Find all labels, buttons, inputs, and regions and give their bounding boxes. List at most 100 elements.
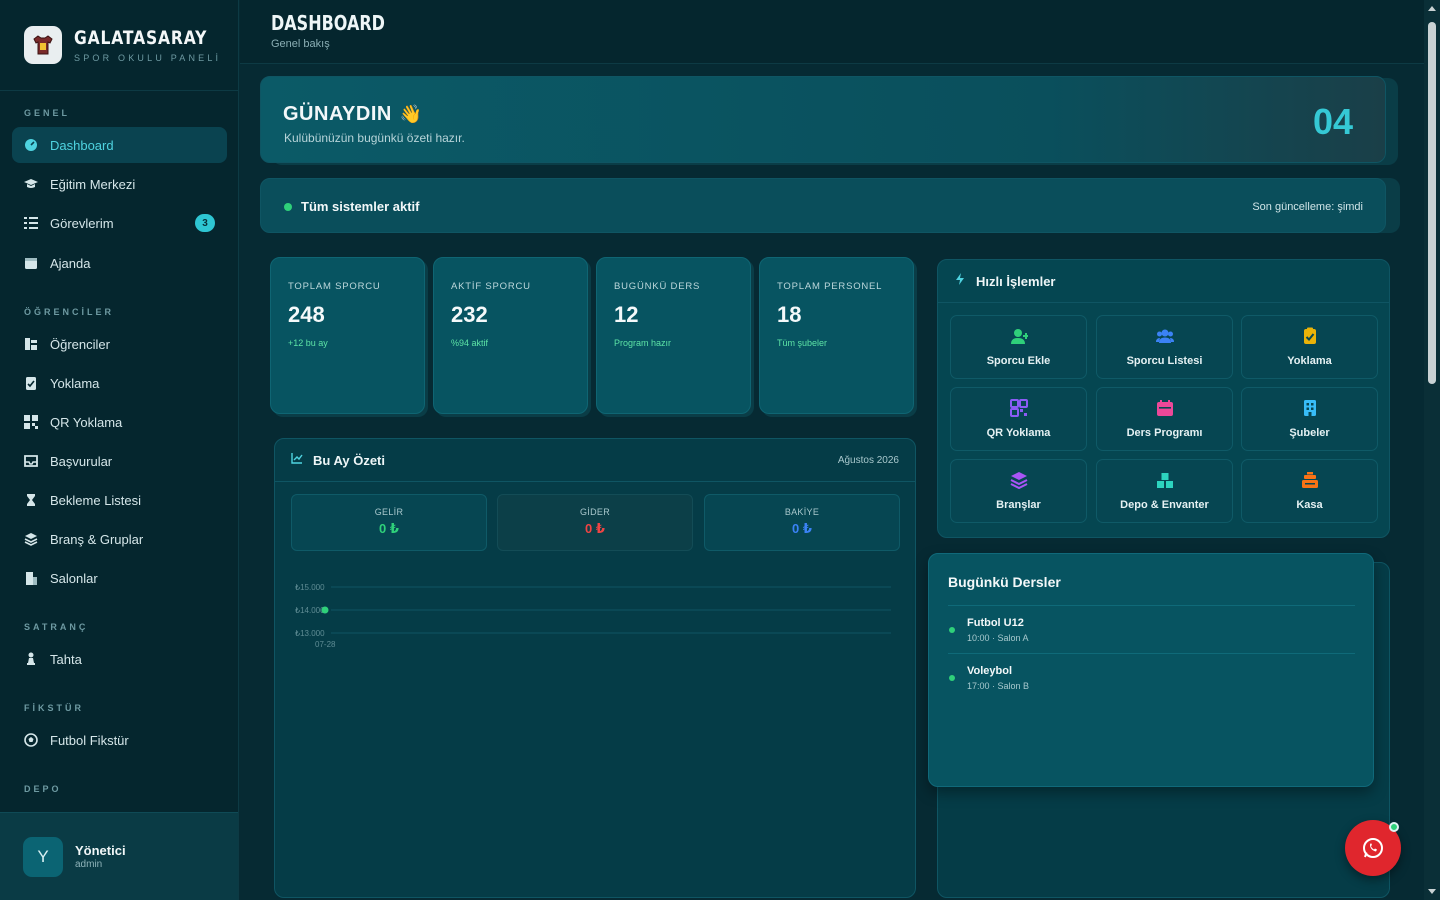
quick-action-users[interactable]: Sporcu Listesi: [1096, 315, 1233, 379]
sidebar-item-qr-yoklama[interactable]: QR Yoklama: [12, 404, 227, 440]
user-name: Yönetici: [75, 843, 126, 858]
sidebar-item-label: Bekleme Listesi: [50, 492, 142, 508]
scroll-up-icon[interactable]: [1428, 6, 1436, 11]
lesson-item[interactable]: Futbol U12 10:00 · Salon A: [948, 605, 1355, 653]
cash-register-icon: [1301, 471, 1319, 494]
sidebar-item-basvurular[interactable]: Başvurular: [12, 443, 227, 479]
balance-value: 0 ₺: [792, 521, 812, 536]
balance-label: BAKİYE: [784, 507, 820, 517]
chart-point[interactable]: [321, 606, 329, 614]
quick-action-calendar[interactable]: Ders Programı: [1096, 387, 1233, 451]
boxes-icon: [1156, 471, 1174, 494]
sidebar-item-egitim-merkezi[interactable]: Eğitim Merkezi: [12, 166, 227, 202]
quick-action-qr-code[interactable]: QR Yoklama: [950, 387, 1087, 451]
stat-note: Tüm şubeler: [777, 338, 828, 348]
income-box: GELİR 0 ₺: [291, 494, 487, 551]
quick-action-label: Sporcu Listesi: [1126, 355, 1203, 367]
balance-box: BAKİYE 0 ₺: [704, 494, 900, 551]
stat-label: TOPLAM PERSONEL: [777, 281, 883, 292]
quick-action-label: Yoklama: [1287, 355, 1332, 367]
sidebar-item-ajanda[interactable]: Ajanda: [12, 245, 227, 281]
stat-value: 232: [451, 302, 488, 327]
calendar-icon: [24, 256, 38, 270]
welcome-banner: GÜNAYDIN 👋 Kulübünüzün bugünkü özeti hazı…: [260, 76, 1386, 163]
sidebar-item-bekleme-listesi[interactable]: Bekleme Listesi: [12, 482, 227, 518]
sidebar-item-label: Başvurular: [50, 453, 113, 469]
sidebar-item-futbol-fikstur[interactable]: Futbol Fikstür: [12, 722, 227, 758]
stat-note: %94 aktif: [451, 338, 489, 348]
sidebar-item-label: Dashboard: [50, 137, 114, 153]
lesson-status-icon: [949, 627, 955, 633]
status-updated: Son güncelleme: şimdi: [1252, 201, 1363, 213]
lesson-status-icon: [949, 675, 955, 681]
quick-action-user-plus[interactable]: Sporcu Ekle: [950, 315, 1087, 379]
sidebar-item-yoklama[interactable]: Yoklama: [12, 365, 227, 401]
quick-action-label: Ders Programı: [1126, 427, 1203, 439]
monthly-summary-panel: Bu Ay Özeti Ağustos 2026 GELİR 0 ₺ GİDER…: [274, 438, 916, 898]
sidebar-item-label: Öğrenciler: [50, 336, 110, 352]
summary-title: Bu Ay Özeti: [313, 452, 385, 468]
online-indicator-icon: [1389, 822, 1399, 832]
qr-code-icon: [24, 415, 38, 429]
system-status-bar: Tüm sistemler aktif Son güncelleme: şimd…: [260, 178, 1386, 233]
task-list-icon: [24, 216, 38, 230]
quick-action-clipboard-check[interactable]: Yoklama: [1241, 315, 1378, 379]
nav-section-genel: GENEL: [24, 108, 71, 118]
brand-subtitle: SPOR OKULU PANELİ: [74, 53, 222, 63]
chess-piece-icon: [24, 652, 38, 666]
sidebar-item-label: Salonlar: [50, 570, 98, 586]
quick-action-boxes[interactable]: Depo & Envanter: [1096, 459, 1233, 523]
quick-action-layers[interactable]: Branşlar: [950, 459, 1087, 523]
scroll-thumb[interactable]: [1428, 22, 1436, 384]
status-text: Tüm sistemler aktif: [301, 199, 420, 214]
graduation-cap-icon: [24, 177, 38, 191]
stat-card-toplam-sporcu[interactable]: TOPLAM SPORCU 248 +12 bu ay: [270, 257, 425, 414]
stat-label: AKTİF SPORCU: [451, 281, 531, 292]
sidebar-item-ogrenciler[interactable]: Öğrenciler: [12, 326, 227, 362]
sidebar-item-label: Branş & Gruplar: [50, 531, 144, 547]
lesson-name: Futbol U12: [967, 617, 1024, 629]
welcome-day: 04: [1312, 101, 1353, 142]
sidebar-item-salonlar[interactable]: Salonlar: [12, 560, 227, 596]
sidebar-item-gorevlerim[interactable]: Görevlerim 3: [12, 205, 227, 241]
sidebar-item-label: Görevlerim: [50, 215, 114, 231]
user-card[interactable]: Y Yönetici admin: [0, 812, 238, 900]
stat-card-toplam-personel[interactable]: TOPLAM PERSONEL 18 Tüm şubeler: [759, 257, 914, 414]
summary-header: Bu Ay Özeti: [275, 439, 915, 482]
stat-label: TOPLAM SPORCU: [288, 281, 381, 292]
todays-lessons-panel: Bugünkü Dersler Futbol U12 10:00 · Salon…: [928, 553, 1374, 787]
scroll-down-icon[interactable]: [1428, 889, 1436, 894]
summary-month: Ağustos 2026: [837, 455, 899, 466]
quick-action-building[interactable]: Şubeler: [1241, 387, 1378, 451]
stat-card-aktif-sporcu[interactable]: AKTİF SPORCU 232 %94 aktif: [433, 257, 588, 414]
sidebar-item-label: Ajanda: [50, 255, 91, 271]
lesson-item[interactable]: Voleybol 17:00 · Salon B: [948, 653, 1355, 701]
stat-value: 248: [288, 302, 325, 327]
quick-actions-panel: Hızlı İşlemler Sporcu Ekle Sporcu Listesi…: [937, 259, 1390, 538]
stat-note: +12 bu ay: [288, 338, 328, 348]
layers-icon: [1010, 471, 1028, 494]
waving-hand-icon: 👋: [399, 104, 423, 124]
expense-box: GİDER 0 ₺: [497, 494, 693, 551]
sidebar-item-tahta[interactable]: Tahta: [12, 641, 227, 677]
sidebar-item-label: Tahta: [50, 651, 82, 667]
page-scrollbar[interactable]: [1424, 0, 1440, 900]
sidebar-item-brans-gruplar[interactable]: Branş & Gruplar: [12, 521, 227, 557]
quick-action-label: Kasa: [1296, 499, 1323, 511]
inbox-icon: [24, 454, 38, 468]
welcome-title: GÜNAYDIN 👋: [283, 103, 423, 126]
lightning-icon: [954, 272, 966, 290]
status-online-icon: [284, 203, 292, 211]
line-chart-icon: [291, 451, 303, 469]
expense-value: 0 ₺: [585, 521, 605, 536]
stat-card-bugunku-ders[interactable]: BUGÜNKÜ DERS 12 Program hazır: [596, 257, 751, 414]
football-icon: [24, 733, 38, 747]
income-value: 0 ₺: [379, 521, 399, 536]
stat-label: BUGÜNKÜ DERS: [614, 281, 701, 292]
sidebar-item-dashboard[interactable]: Dashboard: [12, 127, 227, 163]
stat-note: Program hazır: [614, 338, 672, 348]
quick-action-cash-register[interactable]: Kasa: [1241, 459, 1378, 523]
quick-action-label: QR Yoklama: [986, 427, 1051, 439]
page-subtitle: Genel bakış: [271, 38, 330, 50]
brand[interactable]: GALATASARAY SPOR OKULU PANELİ: [0, 0, 238, 91]
